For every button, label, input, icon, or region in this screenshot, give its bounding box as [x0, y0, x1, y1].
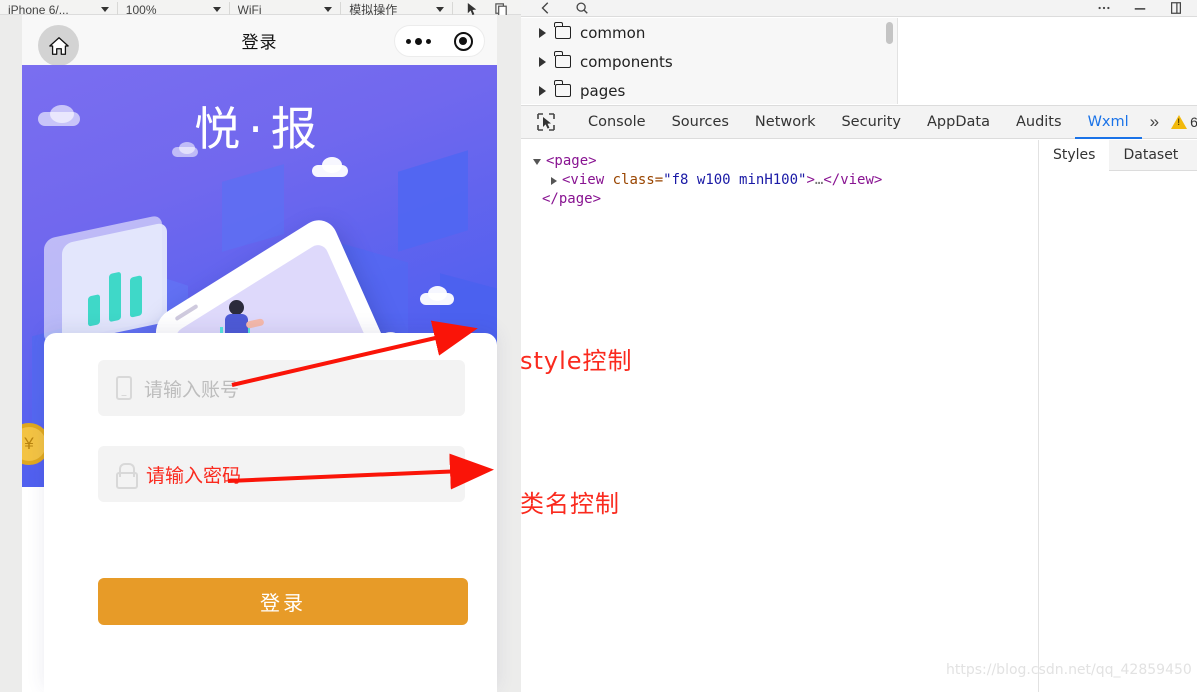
wxml-tag: </page> — [542, 191, 602, 207]
decor-bar — [129, 275, 142, 318]
tab-overflow-button[interactable]: » — [1142, 112, 1167, 132]
chevron-right-icon[interactable] — [551, 176, 557, 185]
chevron-right-icon[interactable] — [539, 56, 546, 67]
inspect-cursor-icon[interactable] — [535, 111, 557, 133]
decor-bar — [108, 271, 121, 323]
chevron-down-icon — [436, 7, 444, 12]
cloud-icon — [428, 286, 447, 301]
target-icon[interactable] — [453, 31, 473, 51]
tab-security[interactable]: Security — [828, 106, 914, 139]
folder-icon — [554, 51, 571, 68]
more-icon[interactable] — [1097, 1, 1111, 15]
login-card: 请输入账号 请输入密码 登录 — [44, 333, 497, 692]
decor-cube — [398, 150, 468, 252]
styles-pane: Styles Dataset — [1038, 140, 1197, 692]
home-button[interactable] — [38, 25, 79, 66]
banner-title: 悦·报 — [194, 102, 325, 156]
warning-badge[interactable]: 6 — [1167, 114, 1197, 130]
phone-icon — [116, 376, 132, 400]
wxml-attr-name: class= — [612, 172, 664, 188]
wxml-line-view[interactable]: <view class= "f8 w100 minH100" > … </vie… — [533, 171, 1037, 190]
tree-item-components[interactable]: components — [521, 47, 897, 76]
styles-tab-bar: Styles Dataset — [1039, 140, 1197, 171]
app-window: iPhone 6/... 100% WiFi 模拟操作 登录 悦·报 ¥ 请输入… — [0, 0, 1197, 692]
account-input-placeholder: 请输入账号 — [144, 379, 240, 401]
wxml-line-page-close: </page> — [533, 190, 1037, 209]
tab-styles[interactable]: Styles — [1039, 140, 1110, 171]
cloud-icon — [179, 142, 195, 154]
tree-item-label: common — [580, 23, 646, 42]
tab-dataset[interactable]: Dataset — [1109, 140, 1192, 171]
tree-item-label: pages — [580, 81, 626, 100]
cloud-icon — [50, 105, 74, 123]
chevron-down-icon[interactable] — [533, 158, 541, 165]
password-input[interactable]: 请输入密码 — [98, 446, 465, 502]
login-button[interactable]: 登录 — [98, 578, 468, 625]
tree-item-pages[interactable]: pages — [521, 76, 897, 104]
tab-network[interactable]: Network — [742, 106, 829, 139]
decor-cube — [222, 164, 284, 252]
devtools-tab-bar: Console Sources Network Security AppData… — [521, 105, 1197, 139]
search-icon[interactable] — [575, 1, 589, 15]
home-icon — [48, 36, 69, 55]
annotation-style-note: style控制 — [520, 347, 633, 375]
wxml-gt: > — [806, 172, 815, 188]
dock-icon[interactable] — [1169, 1, 1183, 15]
wxml-line-page-open[interactable]: <page> — [533, 152, 1037, 171]
chevron-down-icon — [212, 7, 221, 12]
lock-icon — [116, 463, 138, 489]
folder-icon — [554, 22, 571, 39]
page-title: 登录 — [241, 32, 278, 52]
watermark: https://blog.csdn.net/qq_42859450 — [946, 662, 1192, 678]
phone-navigation-bar: 登录 — [22, 15, 497, 66]
annotation-class-note: 类名控制 — [520, 490, 620, 518]
back-icon[interactable] — [539, 1, 553, 15]
cloud-icon — [322, 157, 342, 173]
tree-item-common[interactable]: common — [521, 18, 897, 47]
wxml-attr-value: "f8 w100 minH100" — [663, 172, 807, 188]
password-input-placeholder: 请输入密码 — [146, 465, 242, 487]
chevron-right-icon[interactable] — [539, 85, 546, 96]
wxml-tag: <view — [562, 172, 605, 188]
tab-wxml[interactable]: Wxml — [1074, 106, 1142, 139]
tab-sources[interactable]: Sources — [659, 106, 742, 139]
phone-speaker — [174, 303, 199, 322]
devtools-top-toolbar — [521, 0, 1197, 17]
more-dots-icon[interactable] — [406, 37, 432, 45]
tab-audits[interactable]: Audits — [1003, 106, 1075, 139]
file-tree-side-blank — [899, 18, 1197, 104]
chevron-down-icon — [100, 7, 109, 12]
minimize-icon[interactable] — [1133, 1, 1147, 15]
chevron-right-icon[interactable] — [539, 27, 546, 38]
warning-count: 6 — [1190, 114, 1197, 130]
folder-icon — [554, 80, 571, 97]
wechat-capsule[interactable] — [394, 25, 485, 57]
simulator-toolbar: iPhone 6/... 100% WiFi 模拟操作 — [0, 0, 521, 17]
file-tree-scrollbar[interactable] — [886, 22, 893, 44]
wxml-close-tag: </view> — [823, 172, 883, 188]
decor-bar — [87, 294, 100, 327]
chevron-down-icon — [324, 7, 333, 12]
warning-icon — [1171, 115, 1188, 129]
account-input[interactable]: 请输入账号 — [98, 360, 465, 416]
tab-console[interactable]: Console — [575, 106, 659, 139]
simulator-panel: iPhone 6/... 100% WiFi 模拟操作 登录 悦·报 ¥ 请输入… — [0, 0, 521, 692]
file-tree[interactable]: common components pages — [521, 18, 898, 104]
tab-appdata[interactable]: AppData — [914, 106, 1003, 139]
simulator-right-margin — [497, 15, 521, 692]
wxml-ellipsis[interactable]: … — [815, 171, 823, 190]
wxml-tag: <page> — [546, 153, 597, 169]
phone-viewport: 登录 悦·报 ¥ 请输入账号 请输入密码 登录 — [22, 15, 497, 692]
wxml-tree-pane[interactable]: <page> <view class= "f8 w100 minH100" > … — [521, 140, 1037, 692]
tree-item-label: components — [580, 52, 673, 71]
